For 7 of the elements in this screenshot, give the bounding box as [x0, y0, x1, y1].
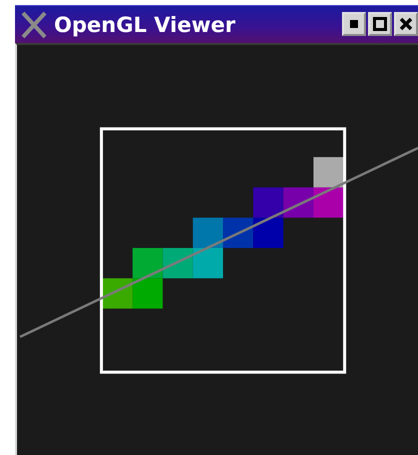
minimize-button[interactable]	[342, 12, 366, 36]
close-button[interactable]	[394, 12, 418, 36]
x-logo-icon	[20, 10, 48, 38]
close-icon	[399, 17, 413, 31]
maximize-button[interactable]	[368, 12, 392, 36]
window-title: OpenGL Viewer	[54, 12, 236, 36]
square-outline-icon	[373, 17, 387, 31]
